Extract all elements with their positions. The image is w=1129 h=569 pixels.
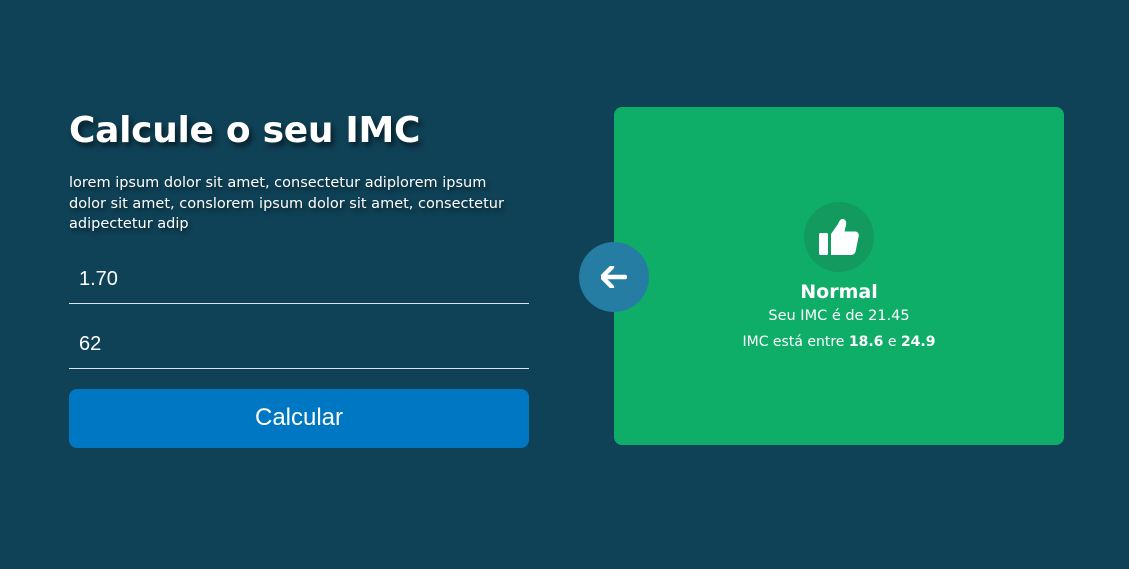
range-prefix: IMC está entre [742, 334, 845, 350]
height-field [69, 256, 529, 304]
range-max: 24.9 [900, 334, 936, 350]
result-card: Normal Seu IMC é de 21.45 IMC está entre… [614, 107, 1064, 445]
page-description: lorem ipsum dolor sit amet, consectetur … [69, 175, 504, 232]
imc-form: Calcule o seu IMC lorem ipsum dolor sit … [69, 105, 529, 448]
arrow-left-icon [601, 266, 627, 288]
imc-value-text: Seu IMC é de 21.45 [768, 308, 910, 324]
range-min: 18.6 [848, 334, 884, 350]
height-input[interactable] [69, 256, 529, 302]
imc-range-text: IMC está entre 18.6 e 24.9 [614, 332, 1064, 352]
back-button[interactable] [579, 242, 649, 312]
page-title: Calcule o seu IMC [69, 110, 421, 151]
result-icon-badge [804, 202, 874, 272]
weight-field [69, 321, 529, 369]
result-status: Normal [800, 281, 878, 303]
calculate-button[interactable]: Calcular [69, 388, 529, 448]
range-connector: e [887, 334, 897, 350]
weight-input[interactable] [69, 321, 529, 367]
thumbs-up-icon [819, 219, 859, 255]
